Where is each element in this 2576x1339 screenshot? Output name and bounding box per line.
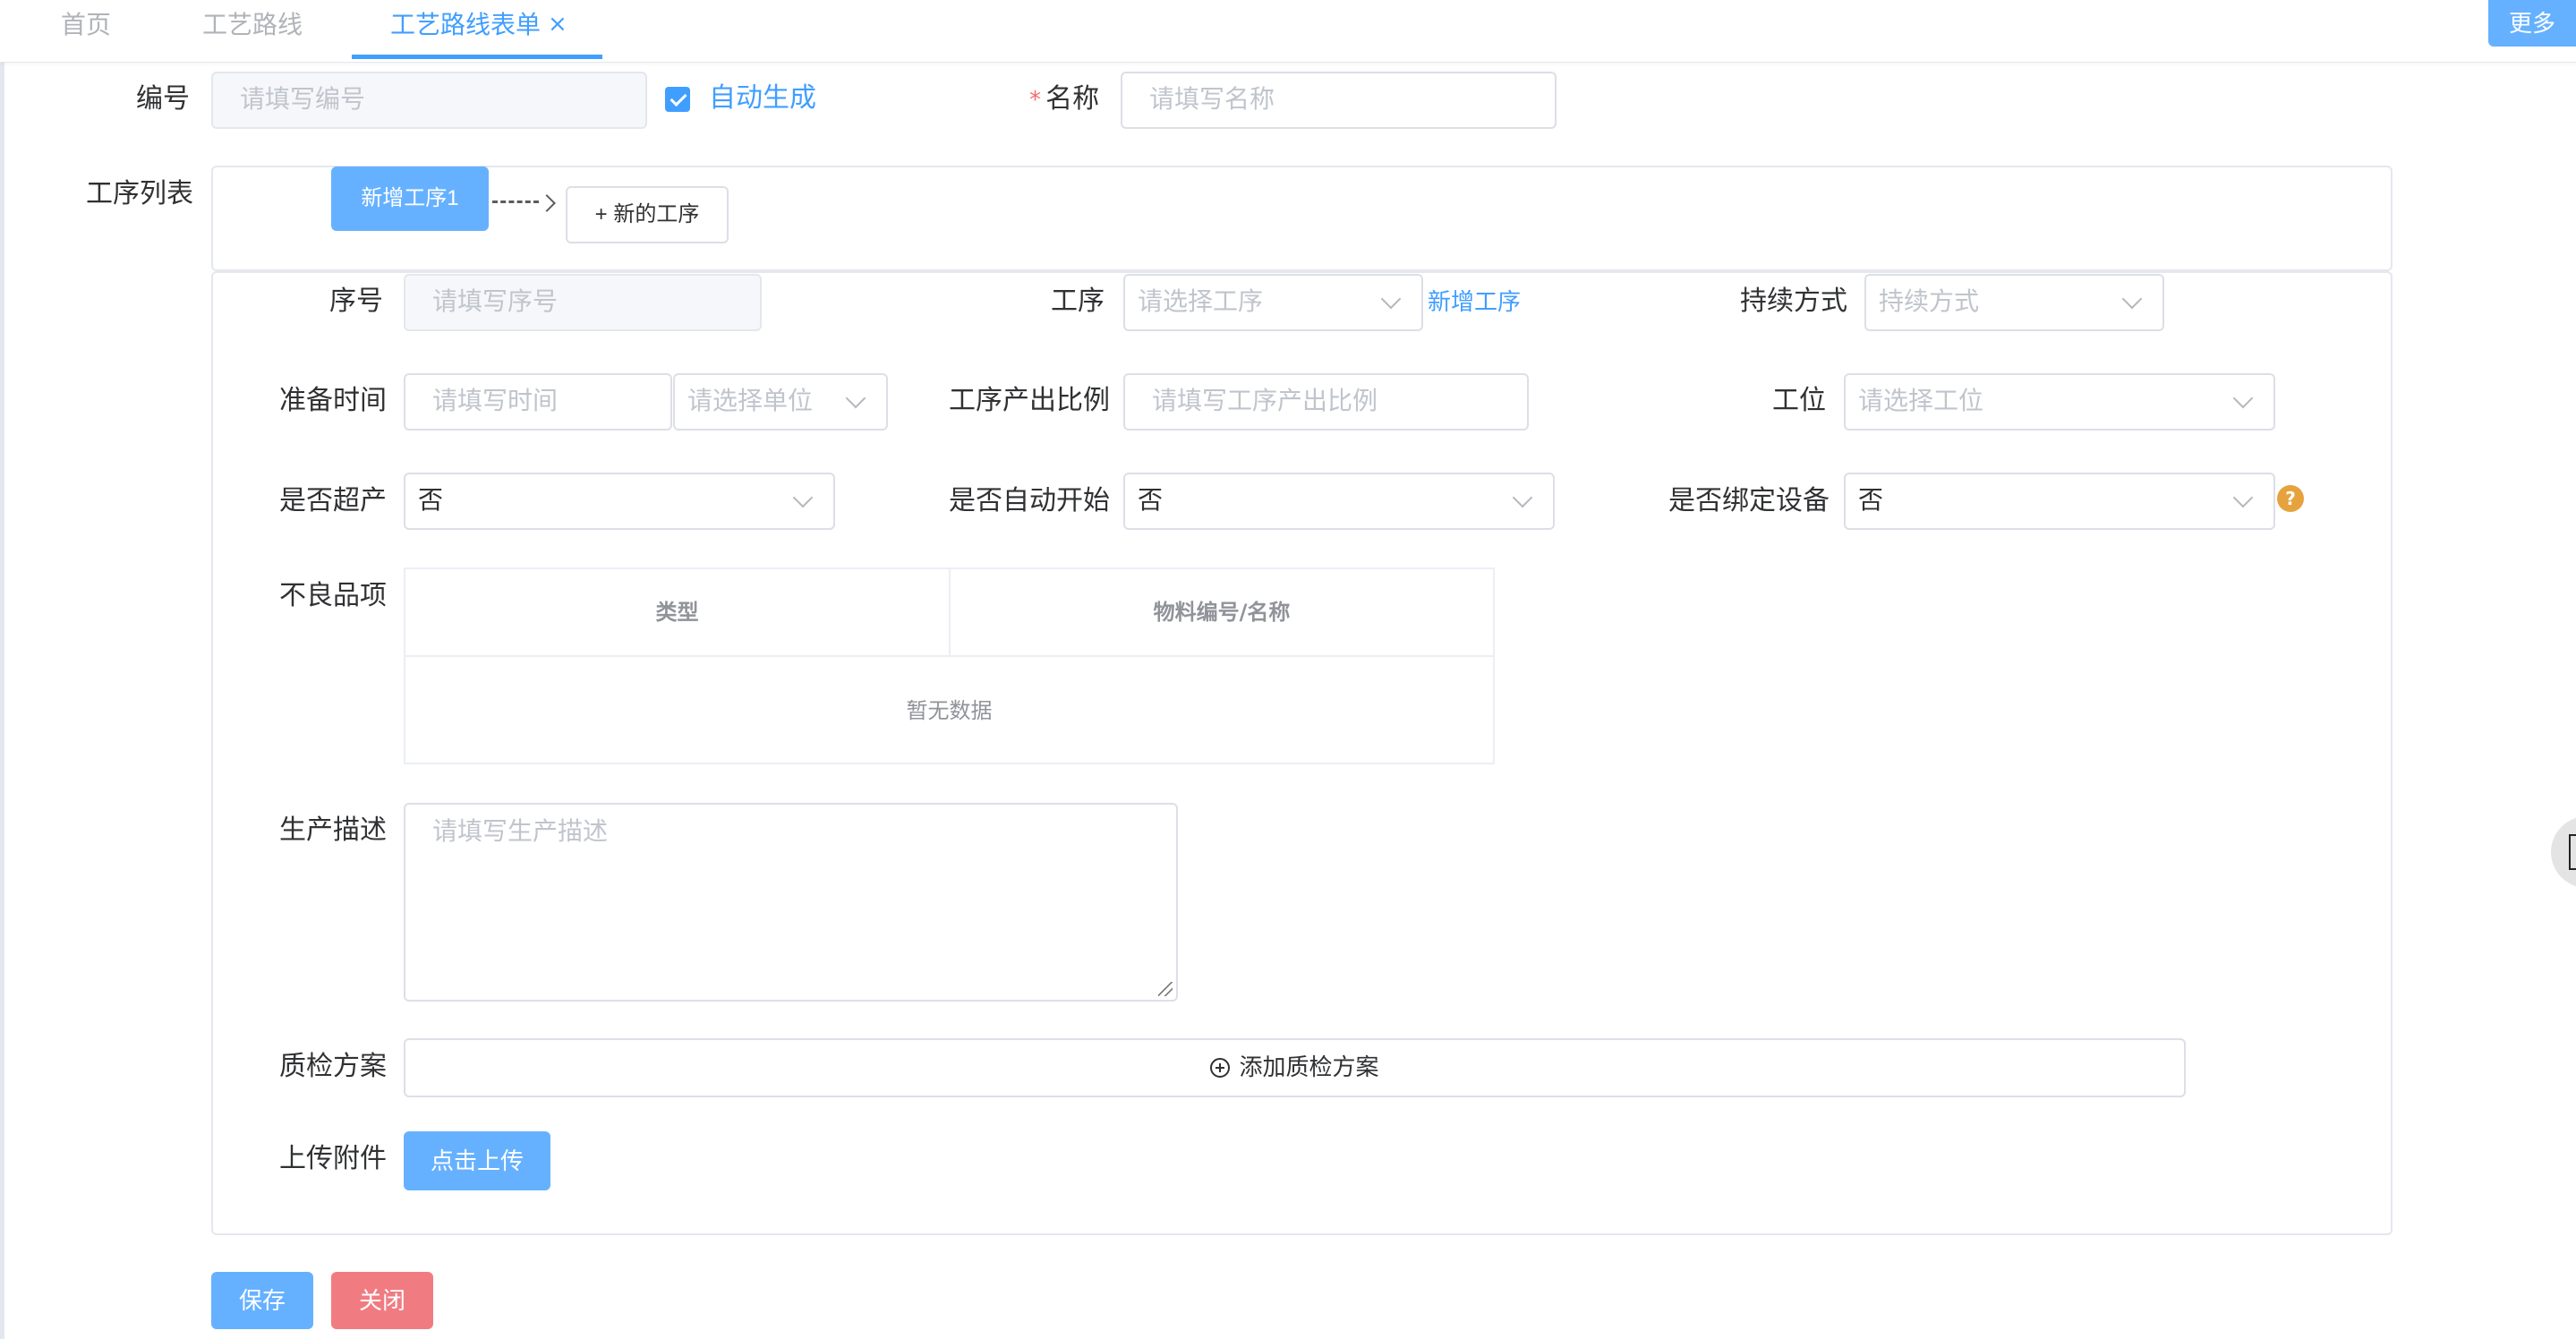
output-ratio-placeholder: 请填写工序产出比例 (1152, 386, 1378, 415)
prep-time-input[interactable]: 请填写时间 (404, 373, 672, 431)
code-input[interactable]: 请填写编号 (211, 72, 647, 129)
tab-close-icon[interactable]: × (548, 11, 567, 38)
duration-mode-placeholder: 持续方式 (1879, 286, 1980, 316)
name-label: 名称 (1045, 83, 1100, 115)
new-process-button[interactable]: + 新的工序 (566, 186, 729, 243)
station-select[interactable]: 请选择工位 (1844, 373, 2275, 431)
name-input[interactable]: 请填写名称 (1121, 72, 1557, 129)
prep-time-unit-select[interactable]: 请选择单位 (673, 373, 888, 431)
save-button[interactable]: 保存 (211, 1272, 313, 1329)
defects-table: 类型 物料编号/名称 暂无数据 (404, 567, 1495, 764)
tab-process-route-form[interactable]: 工艺路线表单 (390, 0, 541, 61)
station-placeholder: 请选择工位 (1858, 386, 1984, 415)
name-placeholder: 请填写名称 (1149, 84, 1275, 114)
auto-start-label: 是否自动开始 (949, 485, 1110, 516)
add-process-link[interactable]: 新增工序 (1428, 285, 1521, 320)
code-placeholder: 请填写编号 (240, 84, 366, 114)
prep-time-label: 准备时间 (279, 385, 387, 416)
name-label-wrap: * 名称 (1029, 81, 1099, 121)
window-left-edge (0, 0, 4, 1339)
help-icon[interactable]: ? (2277, 485, 2304, 512)
chevron-down-icon (2232, 388, 2254, 409)
code-label: 编号 (136, 83, 190, 115)
process-step-1[interactable]: 新增工序1 (331, 166, 489, 231)
chevron-down-icon (2121, 288, 2143, 310)
chevron-down-icon (2232, 487, 2254, 508)
active-tab-indicator (352, 55, 602, 59)
qc-label: 质检方案 (279, 1051, 387, 1082)
close-button[interactable]: 关闭 (331, 1272, 433, 1329)
chevron-down-icon (1512, 487, 1533, 508)
duration-mode-select[interactable]: 持续方式 (1864, 274, 2164, 331)
auto-generate-checkbox[interactable] (665, 87, 690, 112)
description-placeholder: 请填写生产描述 (432, 816, 609, 846)
chevron-down-icon (845, 388, 866, 409)
over-production-select[interactable]: 否 (404, 473, 835, 530)
over-production-label: 是否超产 (279, 485, 387, 516)
auto-start-value: 否 (1138, 485, 1164, 515)
process-select[interactable]: 请选择工序 (1123, 274, 1423, 331)
defects-label: 不良品项 (279, 580, 387, 611)
station-label: 工位 (1772, 385, 1826, 416)
required-mark: * (1029, 87, 1041, 114)
prep-time-placeholder: 请填写时间 (432, 386, 559, 415)
output-ratio-label: 工序产出比例 (949, 385, 1110, 416)
process-placeholder: 请选择工序 (1138, 286, 1264, 316)
auto-start-select[interactable]: 否 (1123, 473, 1555, 530)
description-textarea[interactable]: 请填写生产描述 (404, 803, 1178, 1002)
unit-placeholder: 请选择单位 (687, 386, 814, 415)
seq-input[interactable]: 请填写序号 (404, 274, 762, 331)
description-label: 生产描述 (279, 814, 387, 846)
table-header-type: 类型 (405, 569, 951, 657)
bind-device-select[interactable]: 否 (1844, 473, 2275, 530)
seq-label: 序号 (329, 286, 383, 317)
seq-placeholder: 请填写序号 (432, 286, 559, 316)
table-header-material: 物料编号/名称 (951, 569, 1493, 657)
over-production-value: 否 (418, 485, 444, 515)
chevron-down-icon (1380, 288, 1402, 310)
process-label: 工序 (1051, 286, 1105, 317)
add-qc-plan-button[interactable]: 添加质检方案 (404, 1038, 2186, 1097)
bind-device-label: 是否绑定设备 (1668, 485, 1830, 516)
duration-mode-label: 持续方式 (1740, 286, 1847, 317)
tab-bar (0, 0, 2576, 63)
add-qc-plan-label: 添加质检方案 (1239, 1054, 1379, 1081)
resize-handle-icon[interactable] (1158, 982, 1173, 996)
attachment-label: 上传附件 (279, 1143, 387, 1174)
output-ratio-input[interactable]: 请填写工序产出比例 (1123, 373, 1529, 431)
upload-button[interactable]: 点击上传 (404, 1131, 550, 1190)
tab-home[interactable]: 首页 (61, 0, 111, 61)
auto-generate-label[interactable]: 自动生成 (709, 81, 816, 116)
side-float-icon (2569, 834, 2576, 870)
process-list-label: 工序列表 (86, 178, 193, 209)
bind-device-value: 否 (1858, 485, 1884, 515)
table-empty-text: 暂无数据 (906, 698, 993, 723)
more-button[interactable]: 更多 (2488, 0, 2576, 47)
process-flow-container (211, 166, 2393, 271)
flow-connector (492, 200, 539, 203)
tab-process-route[interactable]: 工艺路线 (202, 0, 303, 61)
plus-circle-icon (1210, 1058, 1231, 1078)
chevron-down-icon (792, 487, 814, 508)
